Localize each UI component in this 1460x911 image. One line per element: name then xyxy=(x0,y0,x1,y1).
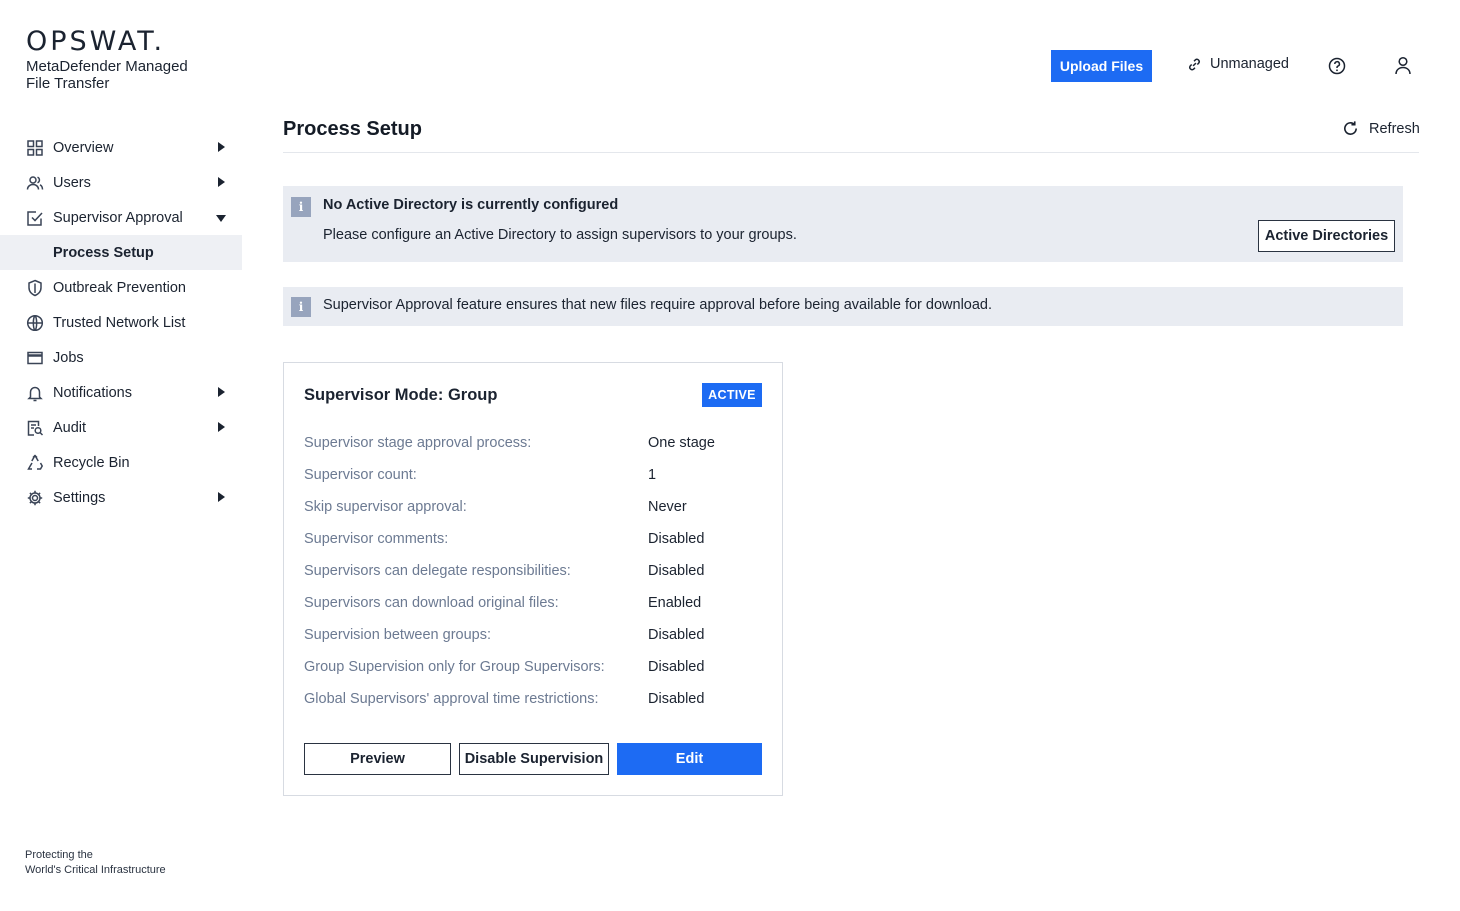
approval-icon xyxy=(26,209,44,227)
setting-value: Never xyxy=(648,499,687,515)
supervisor-mode-card: Supervisor Mode: Group ACTIVE Supervisor… xyxy=(283,362,783,796)
sidebar-item-label: Settings xyxy=(53,489,106,506)
brand: OPSWAT. MetaDefender Managed File Transf… xyxy=(26,28,216,92)
sidebar: OPSWAT. MetaDefender Managed File Transf… xyxy=(0,0,242,911)
setting-label: Supervisor comments: xyxy=(304,531,449,547)
sidebar-item-label: Audit xyxy=(53,419,87,436)
alert-text: Supervisor Approval feature ensures that… xyxy=(323,297,993,313)
list-item: Supervisors can delegate responsibilitie… xyxy=(304,555,764,587)
setting-label: Global Supervisors' approval time restri… xyxy=(304,691,599,707)
sidebar-item-notifications[interactable]: Notifications xyxy=(0,375,242,410)
unmanaged-link[interactable]: Unmanaged xyxy=(1187,56,1289,72)
list-item: Supervision between groups: Disabled xyxy=(304,619,764,651)
supervisor-info-alert: i Supervisor Approval feature ensures th… xyxy=(283,287,1403,326)
active-directory-alert: i No Active Directory is currently confi… xyxy=(283,186,1403,262)
sidebar-item-label: Recycle Bin xyxy=(53,454,130,471)
list-item: Group Supervision only for Group Supervi… xyxy=(304,651,764,683)
preview-button[interactable]: Preview xyxy=(304,743,451,775)
tagline-line-1: Protecting the xyxy=(25,849,93,861)
tagline: Protecting the World's Critical Infrastr… xyxy=(25,848,166,878)
list-item: Supervisor comments: Disabled xyxy=(304,523,764,555)
setting-label: Skip supervisor approval: xyxy=(304,499,467,515)
card-title: Supervisor Mode: Group xyxy=(304,386,498,404)
setting-value: Disabled xyxy=(648,531,705,547)
setting-value: Disabled xyxy=(648,659,705,675)
setting-value: Enabled xyxy=(648,595,702,611)
disable-supervision-button[interactable]: Disable Supervision xyxy=(459,743,609,775)
list-item: Supervisors can download original files:… xyxy=(304,587,764,619)
audit-icon xyxy=(26,419,44,437)
setting-label: Supervisors can download original files: xyxy=(304,595,559,611)
settings-list: Supervisor stage approval process: One st… xyxy=(304,427,764,715)
chevron-right-icon xyxy=(218,387,225,397)
sidebar-item-jobs[interactable]: Jobs xyxy=(0,340,242,375)
setting-value: Disabled xyxy=(648,563,705,579)
sidebar-item-label: Overview xyxy=(53,139,114,156)
sidebar-item-label: Users xyxy=(53,174,91,191)
sidebar-nav: Overview Users Supervisor Approval Proce… xyxy=(0,130,242,515)
bell-icon xyxy=(26,384,44,402)
users-icon xyxy=(26,174,44,192)
sidebar-item-label: Process Setup xyxy=(53,244,154,261)
upload-files-button[interactable]: Upload Files xyxy=(1051,50,1152,82)
help-icon[interactable] xyxy=(1328,57,1346,75)
gear-icon xyxy=(26,489,44,507)
shield-icon xyxy=(26,279,44,297)
sidebar-item-trusted-network-list[interactable]: Trusted Network List xyxy=(0,305,242,340)
tagline-line-2: World's Critical Infrastructure xyxy=(25,864,166,876)
link-icon xyxy=(1189,58,1200,70)
setting-value: 1 xyxy=(648,467,657,483)
chevron-right-icon xyxy=(218,142,225,152)
sidebar-item-process-setup[interactable]: Process Setup xyxy=(0,235,242,270)
edit-button[interactable]: Edit xyxy=(617,743,762,775)
setting-value: Disabled xyxy=(648,627,705,643)
chevron-right-icon xyxy=(218,177,225,187)
active-directories-button[interactable]: Active Directories xyxy=(1258,220,1395,252)
setting-label: Supervision between groups: xyxy=(304,627,492,643)
page-title: Process Setup xyxy=(283,118,422,140)
refresh-label: Refresh xyxy=(1369,120,1420,137)
sidebar-item-label: Notifications xyxy=(53,384,132,401)
sidebar-item-audit[interactable]: Audit xyxy=(0,410,242,445)
grid-icon xyxy=(26,139,44,157)
chevron-right-icon xyxy=(218,422,225,432)
sidebar-item-label: Outbreak Prevention xyxy=(53,279,186,296)
chevron-right-icon xyxy=(218,492,225,502)
sidebar-item-label: Jobs xyxy=(53,349,84,366)
title-divider xyxy=(283,152,1419,153)
sidebar-item-recycle-bin[interactable]: Recycle Bin xyxy=(0,445,242,480)
sidebar-item-label: Trusted Network List xyxy=(53,314,186,331)
setting-label: Supervisor stage approval process: xyxy=(304,435,532,451)
info-icon: i xyxy=(291,197,311,217)
alert-text: Please configure an Active Directory to … xyxy=(323,227,797,243)
sidebar-item-settings[interactable]: Settings xyxy=(0,480,242,515)
opswat-logo[interactable]: OPSWAT. xyxy=(26,28,216,55)
sidebar-item-users[interactable]: Users xyxy=(0,165,242,200)
setting-label: Supervisors can delegate responsibilitie… xyxy=(304,563,571,579)
sidebar-item-overview[interactable]: Overview xyxy=(0,130,242,165)
window-icon xyxy=(26,349,44,367)
list-item: Skip supervisor approval: Never xyxy=(304,491,764,523)
unmanaged-label: Unmanaged xyxy=(1210,56,1289,72)
sidebar-item-outbreak-prevention[interactable]: Outbreak Prevention xyxy=(0,270,242,305)
setting-label: Group Supervision only for Group Supervi… xyxy=(304,659,605,675)
setting-value: One stage xyxy=(648,435,715,451)
status-badge: ACTIVE xyxy=(702,383,762,407)
sidebar-item-label: Supervisor Approval xyxy=(53,209,183,226)
globe-icon xyxy=(26,314,44,332)
alert-title: No Active Directory is currently configu… xyxy=(323,197,619,213)
setting-value: Disabled xyxy=(648,691,705,707)
product-name: MetaDefender Managed File Transfer xyxy=(26,58,188,92)
user-icon[interactable] xyxy=(1394,56,1412,75)
list-item: Supervisor stage approval process: One st… xyxy=(304,427,764,459)
sidebar-item-supervisor-approval[interactable]: Supervisor Approval xyxy=(0,200,242,235)
list-item: Global Supervisors' approval time restri… xyxy=(304,683,764,715)
recycle-icon xyxy=(26,453,44,472)
refresh-button[interactable]: Refresh xyxy=(1342,120,1420,137)
refresh-icon xyxy=(1344,121,1357,135)
chevron-down-icon xyxy=(216,215,226,222)
info-icon: i xyxy=(291,297,311,317)
setting-label: Supervisor count: xyxy=(304,467,417,483)
list-item: Supervisor count: 1 xyxy=(304,459,764,491)
